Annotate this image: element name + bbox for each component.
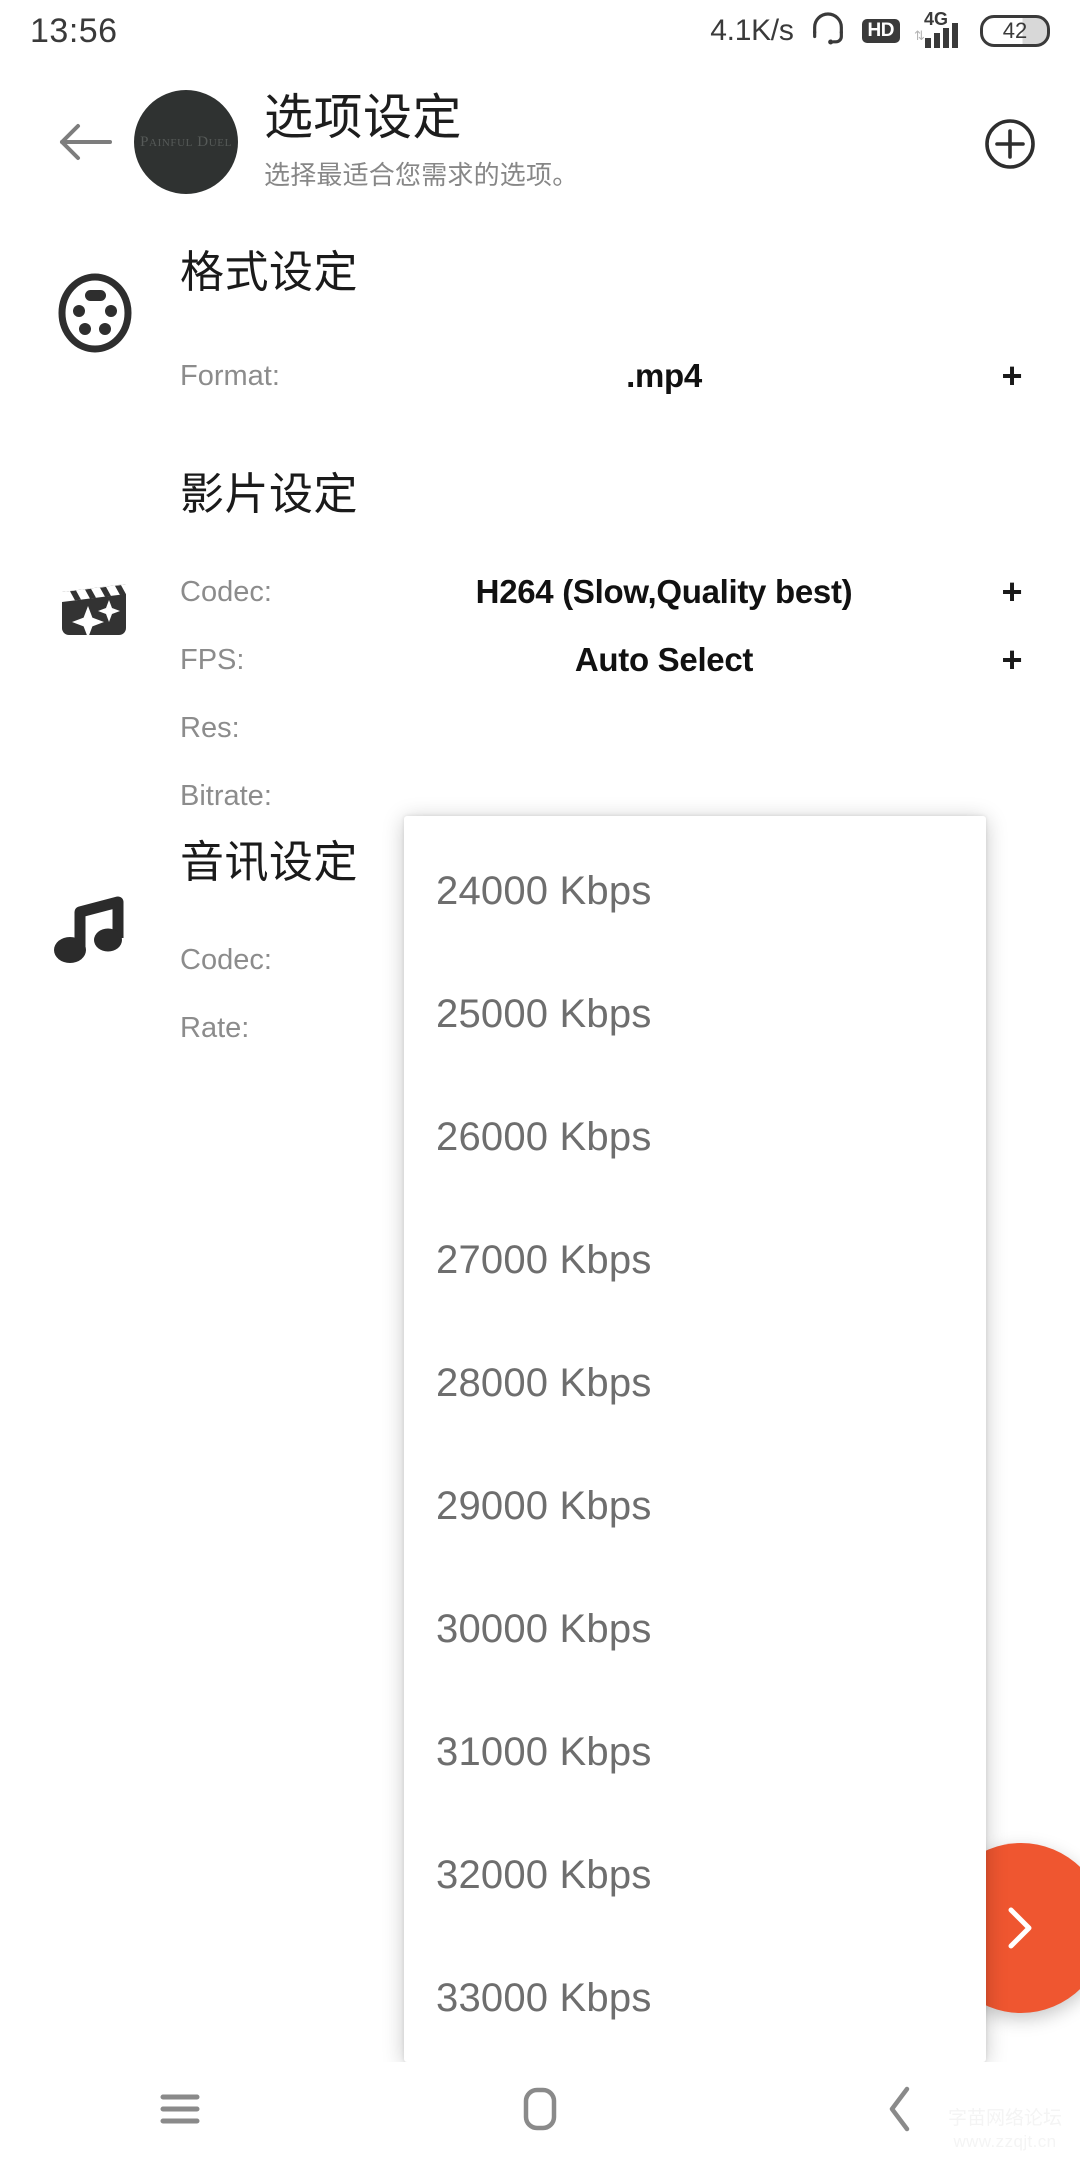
row-value-video-fps[interactable]: Auto Select — [366, 641, 992, 679]
system-nav-bar: 字苗网络论坛 www.zzqjt.cn — [0, 2062, 1080, 2160]
page-subtitle: 选择最适合您需求的选项。 — [264, 159, 579, 190]
dropdown-item[interactable]: 25000 Kbps — [404, 953, 986, 1076]
row-video-codec[interactable]: Codec: H264 (Slow,Quality best) + — [180, 558, 1080, 626]
signal-bars-icon: 4G ⇅ — [914, 10, 966, 50]
row-video-res[interactable]: Res: — [180, 694, 1080, 762]
row-video-fps[interactable]: FPS: Auto Select + — [180, 626, 1080, 694]
status-bar: 13:56 4.1K/s HD 4G ⇅ 42 — [0, 0, 1080, 62]
dropdown-item[interactable]: 29000 Kbps — [404, 1445, 986, 1568]
row-label-video-fps: FPS: — [180, 643, 245, 676]
battery-level-text: 42 — [1002, 18, 1028, 43]
clapperboard-sparkle-icon — [52, 570, 136, 654]
row-label-audio-rate: Rate: — [180, 1011, 250, 1044]
row-add-format[interactable]: + — [992, 358, 1032, 394]
dropdown-item[interactable]: 28000 Kbps — [404, 1322, 986, 1445]
music-note-icon — [52, 890, 132, 974]
app-bar-titles: 选项设定 选择最适合您需求的选项。 — [264, 91, 579, 192]
hd-badge: HD — [861, 19, 900, 43]
watermark-line-2: www.zzqjt.cn — [953, 2131, 1057, 2151]
status-clock: 13:56 — [30, 11, 118, 50]
avatar-label: Painful Duel — [140, 133, 232, 150]
section-title-format: 格式设定 — [180, 248, 358, 297]
row-label-video-codec: Codec: — [180, 575, 272, 608]
section-title-video: 影片设定 — [180, 470, 358, 519]
row-label-format: Format: — [180, 359, 280, 392]
dropdown-item[interactable]: 30000 Kbps — [404, 1568, 986, 1691]
battery-indicator: 42 — [980, 15, 1050, 47]
section-format: 格式设定 Format: .mp4 + — [0, 212, 1080, 424]
home-square-icon — [518, 2084, 562, 2139]
row-label-video-res: Res: — [180, 711, 240, 744]
app-bar: Painful Duel 选项设定 选择最适合您需求的选项。 — [0, 72, 1080, 212]
home-button[interactable] — [460, 2062, 620, 2160]
dropdown-item[interactable]: 24000 Kbps — [404, 830, 986, 953]
menu-icon — [157, 2089, 203, 2134]
watermark-line-1: 字苗网络论坛 — [947, 2108, 1062, 2129]
dropdown-item[interactable]: 31000 Kbps — [404, 1691, 986, 1814]
row-label-audio-codec: Codec: — [180, 943, 272, 976]
bitrate-options-dropdown[interactable]: 24000 Kbps 25000 Kbps 26000 Kbps 27000 K… — [404, 816, 986, 2062]
status-icons: 4.1K/s HD 4G ⇅ 42 — [710, 9, 1050, 54]
page-title: 选项设定 — [264, 91, 463, 146]
dropdown-item[interactable]: 27000 Kbps — [404, 1199, 986, 1322]
avatar[interactable]: Painful Duel — [134, 90, 238, 194]
add-circle-icon[interactable] — [982, 116, 1038, 177]
row-add-video-fps[interactable]: + — [992, 642, 1032, 678]
back-chevron-icon — [882, 2083, 918, 2140]
svg-text:⇅: ⇅ — [914, 28, 925, 43]
row-add-video-codec[interactable]: + — [992, 574, 1032, 610]
row-value-video-codec[interactable]: H264 (Slow,Quality best) — [366, 573, 992, 611]
svideo-connector-icon — [52, 270, 138, 356]
dropdown-item[interactable]: 26000 Kbps — [404, 1076, 986, 1199]
network-speed-text: 4.1K/s — [710, 14, 794, 47]
dropdown-item[interactable]: 33000 Kbps — [404, 1937, 986, 2060]
row-value-format[interactable]: .mp4 — [366, 357, 992, 395]
row-format[interactable]: Format: .mp4 + — [180, 342, 1080, 410]
watermark: 字苗网络论坛 www.zzqjt.cn — [948, 2107, 1062, 2152]
back-arrow-icon[interactable] — [40, 119, 130, 165]
recents-button[interactable] — [100, 2062, 260, 2160]
headset-icon — [808, 9, 848, 54]
dropdown-item[interactable]: 32000 Kbps — [404, 1814, 986, 1937]
section-video: 影片设定 Codec: H264 (Slow,Quality best) + F… — [0, 424, 1080, 812]
